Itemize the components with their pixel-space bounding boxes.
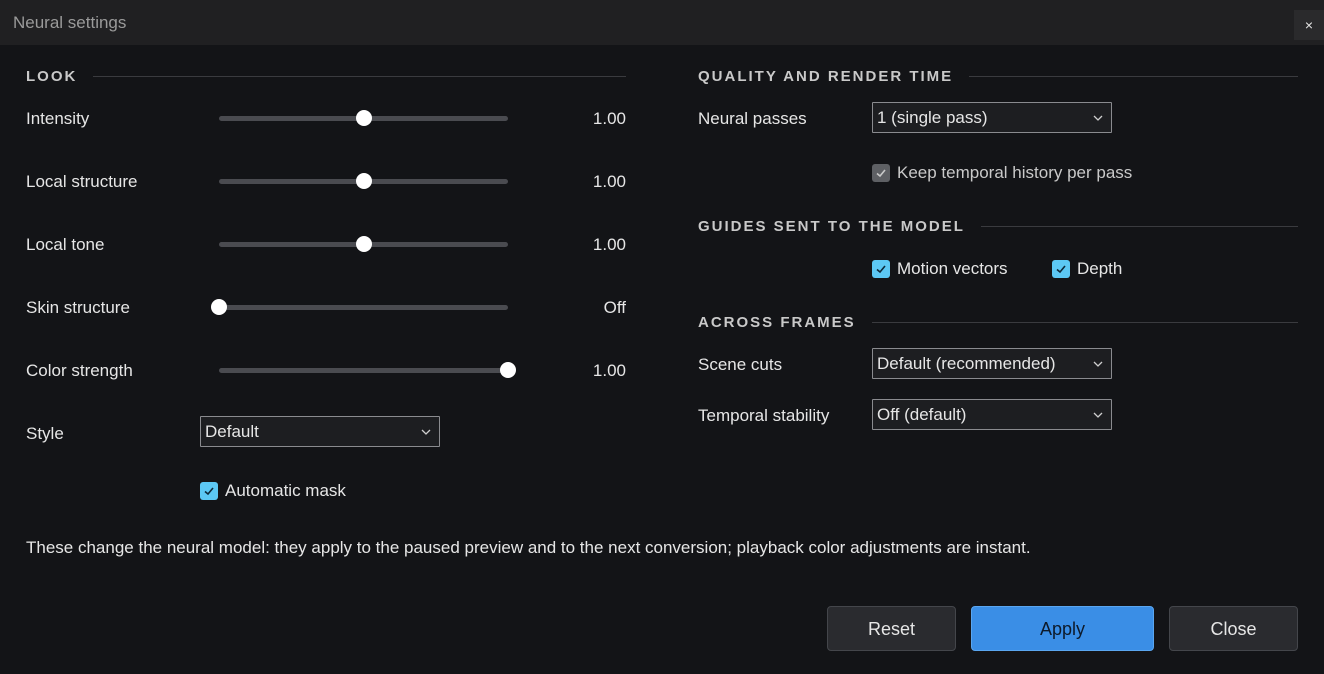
keep-history-checkbox[interactable]: Keep temporal history per pass (872, 163, 1132, 183)
skin-structure-value: Off (603, 298, 626, 317)
intensity-label: Intensity (26, 109, 90, 128)
section-divider (969, 76, 1298, 77)
temporal-stability-value: Off (default) (877, 405, 967, 424)
checkbox-checked-icon[interactable] (872, 260, 890, 278)
checkbox-checked-icon[interactable] (200, 482, 218, 500)
neural-passes-label: Neural passes (698, 109, 807, 128)
style-select[interactable]: Default (200, 416, 440, 447)
section-divider (980, 226, 1298, 227)
temporal-stability-label: Temporal stability (698, 406, 830, 425)
skin-structure-label: Skin structure (26, 298, 130, 317)
section-divider (871, 322, 1298, 323)
motion-vectors-label: Motion vectors (897, 259, 1008, 278)
color-strength-label: Color strength (26, 361, 133, 380)
neural-passes-select[interactable]: 1 (single pass) (872, 102, 1112, 133)
checkbox-checked-disabled-icon[interactable] (872, 164, 890, 182)
scene-cuts-value: Default (recommended) (877, 354, 1056, 373)
slider-thumb[interactable] (211, 299, 227, 315)
apply-button[interactable]: Apply (971, 606, 1154, 651)
slider-track (219, 368, 508, 373)
keep-history-label: Keep temporal history per pass (897, 163, 1133, 182)
chevron-down-icon (421, 429, 431, 435)
slider-thumb[interactable] (355, 236, 372, 252)
info-note: These change the neural model: they appl… (26, 538, 1031, 557)
depth-label: Depth (1077, 259, 1123, 278)
quality-heading-text: QUALITY AND RENDER TIME (698, 68, 954, 85)
section-divider (93, 76, 626, 77)
close-icon[interactable]: × (1294, 10, 1324, 40)
chevron-down-icon (1093, 412, 1103, 418)
depth-checkbox[interactable]: Depth (1052, 259, 1122, 279)
slider-thumb[interactable] (500, 362, 516, 378)
checkbox-checked-icon[interactable] (1052, 260, 1070, 278)
guides-heading-text: GUIDES SENT TO THE MODEL (698, 218, 965, 235)
across-frames-heading-text: ACROSS FRAMES (698, 314, 856, 331)
local-structure-value: 1.00 (592, 172, 626, 191)
intensity-slider[interactable] (219, 108, 508, 128)
title-bar: Neural settings × (0, 0, 1324, 45)
chevron-down-icon (1093, 115, 1103, 121)
temporal-stability-select[interactable]: Off (default) (872, 399, 1112, 430)
local-tone-label: Local tone (26, 235, 105, 254)
scene-cuts-label: Scene cuts (698, 355, 783, 374)
slider-thumb[interactable] (355, 173, 372, 189)
window-title: Neural settings (13, 13, 127, 32)
local-structure-slider[interactable] (219, 171, 508, 191)
style-select-value: Default (205, 422, 259, 441)
automatic-mask-label: Automatic mask (225, 481, 346, 500)
slider-track (219, 305, 508, 310)
automatic-mask-checkbox[interactable]: Automatic mask (200, 481, 346, 501)
intensity-value: 1.00 (592, 109, 626, 128)
style-label: Style (26, 424, 64, 443)
close-button[interactable]: Close (1169, 606, 1298, 651)
across-frames-section-heading: ACROSS FRAMES (698, 314, 1298, 331)
chevron-down-icon (1093, 361, 1103, 367)
local-tone-value: 1.00 (592, 235, 626, 254)
motion-vectors-checkbox[interactable]: Motion vectors (872, 259, 1008, 279)
color-strength-slider[interactable] (219, 360, 516, 380)
color-strength-value: 1.00 (592, 361, 626, 380)
local-structure-label: Local structure (26, 172, 138, 191)
neural-passes-value: 1 (single pass) (877, 108, 988, 127)
scene-cuts-select[interactable]: Default (recommended) (872, 348, 1112, 379)
look-section-heading: LOOK (26, 68, 626, 85)
quality-section-heading: QUALITY AND RENDER TIME (698, 68, 1298, 85)
local-tone-slider[interactable] (219, 234, 508, 254)
guides-section-heading: GUIDES SENT TO THE MODEL (698, 218, 1298, 235)
reset-button[interactable]: Reset (827, 606, 956, 651)
skin-structure-slider[interactable] (211, 297, 508, 317)
slider-thumb[interactable] (355, 110, 372, 126)
look-heading-text: LOOK (26, 68, 78, 85)
